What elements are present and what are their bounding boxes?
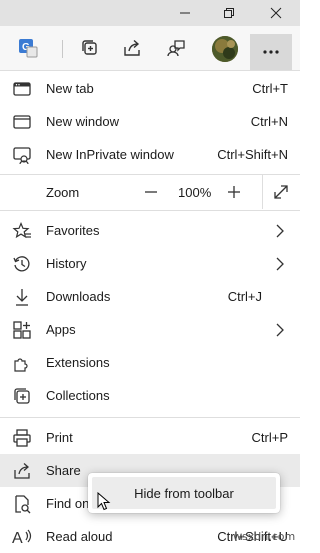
svg-text:A: A bbox=[12, 530, 23, 547]
close-icon[interactable] bbox=[265, 3, 287, 23]
menu-item-new-inprivate-window[interactable]: New InPrivate window Ctrl+Shift+N bbox=[0, 138, 300, 171]
collections-icon bbox=[12, 386, 32, 406]
chevron-right-icon bbox=[274, 322, 286, 338]
translate-icon[interactable]: G bbox=[14, 34, 42, 62]
shortcut-label: Ctrl+T bbox=[252, 81, 288, 96]
restore-icon[interactable] bbox=[218, 3, 240, 23]
menu-item-favorites[interactable]: Favorites bbox=[0, 214, 300, 247]
share-icon bbox=[12, 461, 32, 481]
chevron-right-icon bbox=[274, 256, 286, 272]
shortcut-label: Ctrl+J bbox=[227, 289, 262, 304]
menu-item-label: Print bbox=[46, 430, 73, 445]
menu-item-label: Share bbox=[46, 463, 81, 478]
menu-item-label: History bbox=[46, 256, 87, 271]
context-menu-popup: Hide from toolbar bbox=[88, 473, 280, 513]
menu-item-label: Apps bbox=[46, 322, 76, 337]
menu-item-label: Find on bbox=[46, 496, 90, 511]
title-bar bbox=[0, 0, 300, 26]
feedback-icon[interactable] bbox=[162, 34, 190, 62]
shortcut-label: Ctrl+P bbox=[251, 430, 288, 445]
zoom-value: 100% bbox=[178, 185, 212, 200]
profile-avatar[interactable] bbox=[212, 36, 238, 62]
minimize-icon[interactable] bbox=[174, 3, 196, 23]
apps-icon bbox=[12, 320, 32, 340]
new-tab-icon bbox=[12, 79, 32, 99]
shortcut-label: Ctrl+Shift+N bbox=[217, 147, 288, 162]
menu-item-extensions[interactable]: Extensions bbox=[0, 346, 300, 379]
menu-item-print[interactable]: Print Ctrl+P bbox=[0, 421, 300, 454]
menu-item-apps[interactable]: Apps bbox=[0, 313, 300, 346]
menu-item-new-tab[interactable]: New tab Ctrl+T bbox=[0, 72, 300, 105]
menu-item-new-window[interactable]: New window Ctrl+N bbox=[0, 105, 300, 138]
menu-item-label: Favorites bbox=[46, 223, 100, 238]
menu-item-label: Extensions bbox=[46, 355, 110, 370]
more-icon[interactable] bbox=[250, 34, 292, 70]
zoom-in-button[interactable] bbox=[221, 179, 247, 205]
new-window-icon bbox=[12, 112, 32, 132]
hide-from-toolbar-button[interactable]: Hide from toolbar bbox=[92, 477, 276, 509]
shortcut-label: Ctrl+N bbox=[250, 114, 288, 129]
menu-item-label: Downloads bbox=[46, 289, 111, 304]
menu-divider bbox=[0, 417, 300, 418]
collections-icon[interactable] bbox=[76, 34, 104, 62]
watermark: wsxdn.com bbox=[233, 530, 296, 543]
menu-divider bbox=[0, 210, 300, 211]
menu-item-history[interactable]: History bbox=[0, 247, 300, 280]
chevron-right-icon bbox=[274, 223, 286, 239]
menu-item-downloads[interactable]: Downloads Ctrl+J bbox=[0, 280, 300, 313]
print-icon bbox=[12, 428, 32, 448]
hide-from-toolbar-label: Hide from toolbar bbox=[134, 486, 234, 501]
zoom-label: Zoom bbox=[46, 185, 80, 200]
toolbar-separator bbox=[62, 40, 63, 58]
menu-item-label: Read aloud bbox=[46, 529, 113, 544]
menu-item-label: New tab bbox=[46, 81, 94, 96]
find-icon bbox=[12, 494, 32, 514]
menu-item-label: New window bbox=[46, 114, 119, 129]
menu-item-label: New InPrivate window bbox=[46, 147, 174, 162]
zoom-row: Zoom 100% bbox=[0, 175, 300, 209]
favorites-icon bbox=[12, 221, 32, 241]
inprivate-icon bbox=[12, 145, 32, 165]
zoom-out-button[interactable] bbox=[138, 179, 164, 205]
extensions-icon bbox=[12, 353, 32, 373]
mouse-cursor-icon bbox=[97, 492, 111, 512]
menu-item-collections[interactable]: Collections bbox=[0, 379, 300, 412]
menu-item-label: Collections bbox=[46, 388, 110, 403]
downloads-icon bbox=[12, 287, 32, 307]
share-icon[interactable] bbox=[118, 34, 146, 62]
history-icon bbox=[12, 254, 32, 274]
read-aloud-icon: A bbox=[12, 527, 32, 547]
fullscreen-icon[interactable] bbox=[268, 179, 294, 205]
zoom-separator bbox=[262, 175, 263, 209]
